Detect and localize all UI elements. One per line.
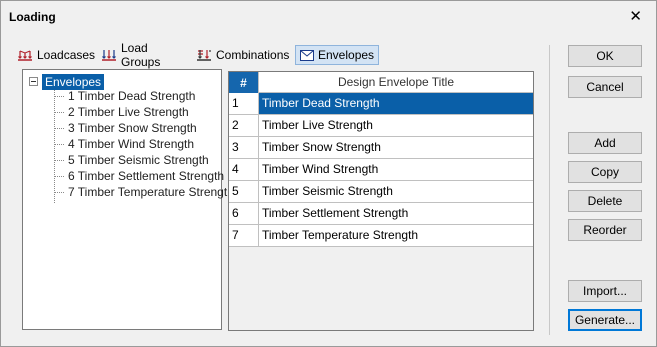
tab-loadcases-label: Loadcases <box>37 48 96 62</box>
row-number: 3 <box>229 137 259 159</box>
tab-envelopes[interactable]: Envelopes <box>295 45 380 65</box>
tree-item[interactable]: 6 Timber Settlement Strength <box>54 168 224 184</box>
close-icon[interactable]: ✕ <box>629 7 642 25</box>
row-number: 4 <box>229 159 259 181</box>
row-title[interactable]: Timber Dead Strength <box>259 93 533 115</box>
tab-combinations[interactable]: Combinations <box>196 45 289 65</box>
row-number: 7 <box>229 225 259 247</box>
ok-button[interactable]: OK <box>568 45 642 67</box>
reorder-button[interactable]: Reorder <box>568 219 642 241</box>
table-row[interactable]: 5 Timber Seismic Strength <box>229 181 533 203</box>
title-bar: Loading ✕ <box>1 1 656 32</box>
tab-envelopes-label: Envelopes <box>318 48 375 62</box>
tree-item[interactable]: 2 Timber Live Strength <box>54 104 189 120</box>
row-title[interactable]: Timber Settlement Strength <box>259 203 533 225</box>
add-button[interactable]: Add <box>568 132 642 154</box>
envelope-tree[interactable]: Envelopes 1 Timber Dead Strength 2 Timbe… <box>22 69 234 330</box>
row-number: 5 <box>229 181 259 203</box>
row-title[interactable]: Timber Live Strength <box>259 115 533 137</box>
window-title: Loading <box>9 10 56 24</box>
row-title[interactable]: Timber Temperature Strength <box>259 225 533 247</box>
table-row[interactable]: 2 Timber Live Strength <box>229 115 533 137</box>
load-groups-icon <box>101 48 117 62</box>
column-header-number[interactable]: # <box>229 72 259 93</box>
row-title[interactable]: Timber Snow Strength <box>259 137 533 159</box>
row-number: 1 <box>229 93 259 115</box>
copy-button[interactable]: Copy <box>568 161 642 183</box>
table-row[interactable]: 6 Timber Settlement Strength <box>229 203 533 225</box>
import-button[interactable]: Import... <box>568 280 642 302</box>
row-number: 6 <box>229 203 259 225</box>
collapse-icon[interactable] <box>29 77 38 86</box>
row-number: 2 <box>229 115 259 137</box>
row-title[interactable]: Timber Wind Strength <box>259 159 533 181</box>
tab-combinations-label: Combinations <box>216 48 290 62</box>
generate-button[interactable]: Generate... <box>568 309 642 331</box>
tab-load-groups[interactable]: Load Groups <box>101 41 160 69</box>
table-row[interactable]: 3 Timber Snow Strength <box>229 137 533 159</box>
tree-item[interactable]: 4 Timber Wind Strength <box>54 136 194 152</box>
loadcases-icon <box>17 48 33 62</box>
table-row[interactable]: 1 Timber Dead Strength <box>229 93 533 115</box>
tree-item[interactable]: 5 Timber Seismic Strength <box>54 152 209 168</box>
tree-item[interactable]: 3 Timber Snow Strength <box>54 120 197 136</box>
tree-item[interactable]: 1 Timber Dead Strength <box>54 88 195 104</box>
tree-item[interactable]: 7 Timber Temperature Strength <box>54 184 234 200</box>
table-row[interactable]: 4 Timber Wind Strength <box>229 159 533 181</box>
column-header-title[interactable]: Design Envelope Title <box>259 72 533 93</box>
tab-load-groups-label: Load Groups <box>121 41 161 69</box>
delete-button[interactable]: Delete <box>568 190 642 212</box>
table-row[interactable]: 7 Timber Temperature Strength <box>229 225 533 247</box>
cancel-button[interactable]: Cancel <box>568 76 642 98</box>
loading-dialog: Loading ✕ Loadcases Load Groups Combinat… <box>0 0 657 347</box>
envelope-icon <box>300 49 314 61</box>
divider <box>549 45 550 335</box>
row-title[interactable]: Timber Seismic Strength <box>259 181 533 203</box>
tab-loadcases[interactable]: Loadcases <box>17 45 95 65</box>
combinations-icon <box>196 48 212 62</box>
envelope-grid[interactable]: # Design Envelope Title 1 Timber Dead St… <box>228 71 534 331</box>
